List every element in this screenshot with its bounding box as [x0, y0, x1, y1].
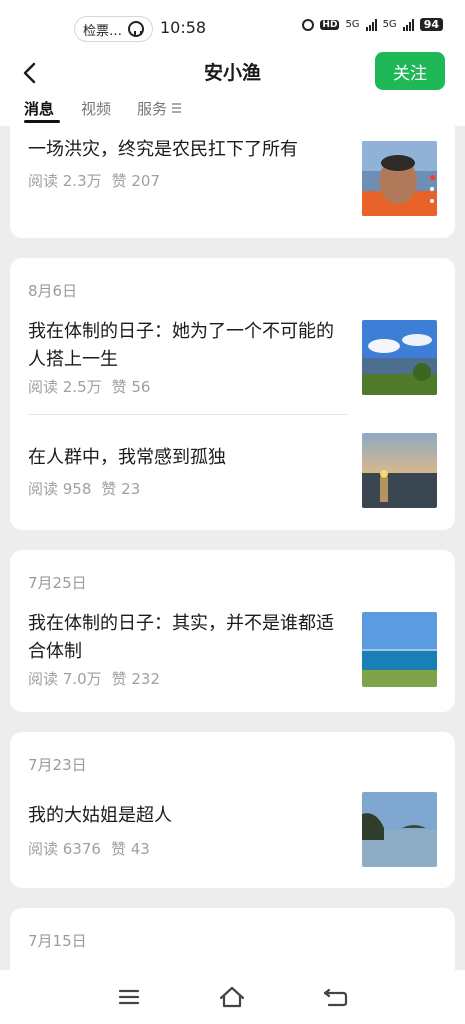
system-nav-bar — [0, 970, 465, 1024]
article-meta: 阅读 2.5万赞 56 — [28, 376, 150, 397]
network-label-2: 5G — [382, 19, 397, 30]
active-tab-indicator — [24, 120, 60, 123]
home-icon[interactable] — [217, 984, 247, 1010]
article-card: 7月23日 我的大姑姐是超人 阅读 6376 赞 43 — [10, 732, 455, 888]
like-count: 赞 23 — [101, 480, 141, 498]
article-card: 一场洪灾，终究是农民扛下了所有 阅读 2.3万赞 207 — [10, 126, 455, 238]
read-count: 阅读 2.5万 — [28, 378, 102, 396]
status-bar: 检票… 10:58 HD 5G 5G 94 — [0, 0, 465, 52]
alarm-icon — [302, 18, 315, 31]
article-title[interactable]: 在人群中，我常感到孤独 — [28, 444, 348, 472]
tab-messages[interactable]: 消息 — [24, 98, 54, 119]
article-title[interactable]: 一场洪灾，终究是农民扛下了所有 — [28, 136, 348, 164]
publish-date: 7月23日 — [28, 756, 87, 774]
read-count: 阅读 958 — [28, 480, 92, 498]
article-card: 8月6日 我在体制的日子：她为了一个不可能的人搭上一生 阅读 2.5万赞 56 … — [10, 258, 455, 530]
follow-button[interactable]: 关注 — [375, 52, 445, 90]
article-feed: 一场洪灾，终究是农民扛下了所有 阅读 2.3万赞 207 8月6日 我在体制的日… — [0, 126, 465, 970]
article-thumbnail[interactable] — [362, 612, 437, 687]
tab-services[interactable]: 服务 — [137, 98, 167, 119]
publish-date: 7月25日 — [28, 574, 87, 592]
like-count: 赞 232 — [111, 670, 161, 688]
like-count: 赞 43 — [110, 840, 150, 858]
article-meta: 阅读 7.0万赞 232 — [28, 668, 160, 689]
publish-date: 8月6日 — [28, 282, 78, 300]
services-menu-icon — [172, 103, 181, 113]
pill-label: 检票… — [83, 23, 123, 39]
article-thumbnail[interactable] — [362, 433, 437, 508]
train-icon — [128, 21, 145, 37]
system-icons: HD 5G 5G 94 — [302, 18, 443, 31]
article-thumbnail[interactable] — [362, 141, 437, 216]
battery-icon: 94 — [419, 18, 443, 31]
article-title[interactable]: 我的大姑姐是超人 — [28, 802, 348, 830]
signal-icon — [365, 18, 377, 31]
train-ticket-pill[interactable]: 检票… — [74, 16, 154, 42]
header: 安小渔 关注 — [0, 52, 465, 92]
read-count: 阅读 6376 — [28, 840, 101, 858]
read-count: 阅读 7.0万 — [28, 670, 102, 688]
article-card: 7月15日 — [10, 908, 455, 970]
like-count: 赞 56 — [111, 378, 151, 396]
like-count: 赞 207 — [111, 172, 161, 190]
return-icon[interactable] — [321, 984, 351, 1010]
article-meta: 阅读 2.3万赞 207 — [28, 170, 160, 191]
article-meta: 阅读 958 赞 23 — [28, 478, 140, 499]
clock: 10:58 — [160, 18, 207, 37]
read-count: 阅读 2.3万 — [28, 172, 102, 190]
publish-date: 7月15日 — [28, 932, 87, 950]
article-title[interactable]: 我在体制的日子：她为了一个不可能的人搭上一生 — [28, 318, 348, 374]
article-thumbnail[interactable] — [362, 792, 437, 867]
menu-icon[interactable] — [114, 984, 144, 1010]
article-card: 7月25日 我在体制的日子：其实，并不是谁都适合体制 阅读 7.0万赞 232 — [10, 550, 455, 712]
tab-videos[interactable]: 视频 — [81, 98, 111, 119]
signal-icon-2 — [402, 18, 414, 31]
article-thumbnail[interactable] — [362, 320, 437, 395]
article-meta: 阅读 6376 赞 43 — [28, 838, 150, 859]
hd-badge: HD — [320, 19, 340, 30]
network-label-1: 5G — [345, 19, 360, 30]
tab-bar: 消息 视频 服务 — [0, 92, 465, 126]
item-divider — [28, 414, 348, 415]
article-title[interactable]: 我在体制的日子：其实，并不是谁都适合体制 — [28, 610, 348, 666]
